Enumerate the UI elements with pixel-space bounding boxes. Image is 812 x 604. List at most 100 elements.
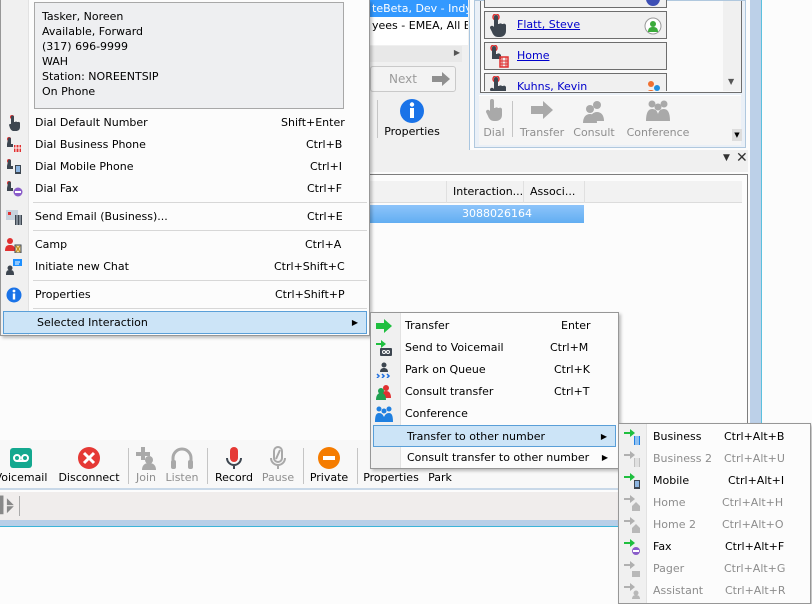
dial-hand-icon bbox=[489, 76, 506, 91]
menu-item-pager[interactable]: Pager Ctrl+Alt+G bbox=[621, 558, 808, 580]
menu-item-consult-transfer[interactable]: Consult transfer Ctrl+T bbox=[373, 381, 616, 403]
menu-item-shortcut: Ctrl+Alt+O bbox=[722, 518, 784, 531]
menu-item-properties[interactable]: Properties Ctrl+Shift+P bbox=[3, 284, 367, 306]
menu-item-dial-fax[interactable]: Dial Fax Ctrl+F bbox=[3, 178, 367, 200]
menu-item-transfer[interactable]: Transfer Enter bbox=[373, 315, 616, 337]
next-label: Next bbox=[389, 72, 417, 86]
menu-item-mobile[interactable]: Mobile Ctrl+Alt+I bbox=[621, 470, 808, 492]
menu-item-consult-transfer-other-number[interactable]: Consult transfer to other number ▶ bbox=[373, 447, 616, 469]
transfer-label: Transfer bbox=[519, 126, 565, 139]
menu-item-dial-default[interactable]: Dial Default Number Shift+Enter bbox=[3, 112, 367, 134]
conference-button[interactable]: Conference bbox=[625, 99, 691, 139]
menu-item-shortcut: Ctrl+K bbox=[554, 363, 591, 376]
menu-item-label: Transfer to other number bbox=[407, 430, 545, 443]
menu-item-shortcut: Ctrl+Alt+I bbox=[728, 474, 785, 487]
menu-item-send-email[interactable]: Send Email (Business)... Ctrl+E bbox=[3, 206, 367, 228]
collapse-icon[interactable]: ▌◣ ▌◤ bbox=[0, 498, 14, 515]
panel-dropdown-icon[interactable]: ▼ bbox=[723, 153, 730, 163]
dial-fax-icon bbox=[7, 181, 23, 197]
dial-hand-icon bbox=[489, 14, 506, 37]
menu-item-shortcut: Ctrl+I bbox=[310, 160, 343, 173]
menu-item-shortcut: Ctrl+B bbox=[306, 138, 343, 151]
menu-item-label: Business bbox=[653, 430, 702, 443]
menu-item-dial-mobile[interactable]: Dial Mobile Phone Ctrl+I bbox=[3, 156, 367, 178]
dial-business-icon bbox=[7, 137, 21, 152]
menu-item-shortcut: Ctrl+Alt+H bbox=[722, 496, 784, 509]
menu-item-conference[interactable]: Conference bbox=[373, 403, 616, 425]
menu-item-send-to-voicemail[interactable]: Send to Voicemail Ctrl+M bbox=[373, 337, 616, 359]
contact-name: Tasker, Noreen bbox=[42, 10, 124, 23]
speed-dial-entry[interactable]: Flatt, Steve bbox=[484, 11, 667, 39]
transfer-fax-icon bbox=[624, 539, 640, 555]
contact-link[interactable]: Kuhns, Kevin bbox=[517, 80, 587, 91]
properties-label: Properties bbox=[384, 125, 440, 138]
grid-row-selected[interactable]: 3088026164 bbox=[370, 205, 584, 223]
menu-item-assistant[interactable]: Assistant Ctrl+Alt+R bbox=[621, 580, 808, 602]
menu-item-home-2[interactable]: Home 2 Ctrl+Alt+O bbox=[621, 514, 808, 536]
menu-item-dial-business[interactable]: Dial Business Phone Ctrl+B bbox=[3, 134, 367, 156]
speed-dial-entry[interactable]: Kuhns, Kevin bbox=[484, 73, 667, 91]
join-icon bbox=[136, 447, 156, 470]
directory-row[interactable]: yees - EMEA, All E bbox=[370, 17, 468, 35]
menu-item-label: Dial Business Phone bbox=[35, 138, 146, 151]
contact-location: WAH bbox=[42, 55, 69, 68]
menu-item-label: Camp bbox=[35, 238, 68, 251]
transfer-button[interactable]: Transfer bbox=[517, 99, 567, 139]
disconnect-label: Disconnect bbox=[58, 471, 120, 484]
listen-button[interactable]: Listen bbox=[164, 444, 200, 486]
menu-item-label: Send Email (Business)... bbox=[35, 210, 168, 223]
menu-item-shortcut: Ctrl+M bbox=[550, 341, 589, 354]
next-button[interactable]: Next bbox=[370, 66, 456, 92]
transfer-pager-icon bbox=[624, 561, 640, 577]
scroll-right-icon[interactable]: ▶ bbox=[454, 48, 460, 57]
menu-item-business-2[interactable]: Business 2 Ctrl+Alt+U bbox=[621, 448, 808, 470]
speed-dial-scrollbar[interactable]: ▼ bbox=[723, 1, 741, 91]
menu-item-shortcut: Ctrl+T bbox=[554, 385, 590, 398]
contact-link[interactable]: Flatt, Steve bbox=[517, 18, 580, 31]
transfer-arrow-icon bbox=[376, 319, 392, 333]
contact-station: Station: NOREENTSIP bbox=[42, 70, 159, 83]
speed-dial-entry[interactable] bbox=[484, 0, 667, 8]
menu-item-label: Consult transfer to other number bbox=[407, 451, 590, 464]
column-header-interaction[interactable]: Interaction... bbox=[446, 181, 524, 203]
column-header-associated[interactable]: Associ... bbox=[525, 181, 585, 203]
record-label: Record bbox=[214, 471, 253, 484]
join-button[interactable]: Join bbox=[132, 444, 160, 486]
menu-item-initiate-chat[interactable]: Initiate new Chat Ctrl+Shift+C bbox=[3, 256, 367, 278]
listen-label: Listen bbox=[165, 471, 199, 484]
menu-item-home[interactable]: Home Ctrl+Alt+H bbox=[621, 492, 808, 514]
private-button[interactable]: Private bbox=[306, 444, 352, 486]
context-menu: Tasker, Noreen Available, Forward (317) … bbox=[0, 0, 370, 336]
dial-button[interactable]: Dial bbox=[481, 99, 507, 139]
menu-item-fax[interactable]: Fax Ctrl+Alt+F bbox=[621, 536, 808, 558]
record-button[interactable]: Record bbox=[212, 444, 256, 486]
pause-button[interactable]: Pause bbox=[258, 444, 298, 486]
pause-label: Pause bbox=[261, 471, 295, 484]
menu-item-label: Park on Queue bbox=[405, 363, 486, 376]
menu-separator bbox=[33, 230, 367, 231]
panel-close-icon[interactable]: ✕ bbox=[736, 150, 748, 166]
scroll-down-icon[interactable]: ▼ bbox=[728, 77, 734, 86]
menu-item-transfer-to-other-number[interactable]: Transfer to other number ▶ bbox=[373, 425, 616, 447]
menu-item-camp[interactable]: Camp Ctrl+A bbox=[3, 234, 367, 256]
menu-item-label: Consult transfer bbox=[405, 385, 494, 398]
dial-business-icon bbox=[490, 45, 509, 68]
menu-item-park-on-queue[interactable]: Park on Queue Ctrl+K bbox=[373, 359, 616, 381]
disconnect-button[interactable]: Disconnect bbox=[56, 444, 122, 486]
menu-item-selected-interaction[interactable]: Selected Interaction ▶ bbox=[3, 311, 367, 334]
voicemail-button[interactable]: Voicemail bbox=[0, 444, 50, 486]
menu-item-label: Assistant bbox=[653, 584, 704, 597]
speed-dial-entry[interactable]: Home bbox=[484, 42, 667, 70]
consult-icon bbox=[583, 101, 604, 123]
directory-row-selected[interactable]: teBeta, Dev - Indy bbox=[370, 0, 468, 17]
toolbar-overflow-button[interactable]: ▼ bbox=[732, 129, 742, 141]
menu-item-business[interactable]: Business Ctrl+Alt+B bbox=[621, 426, 808, 448]
consult-button[interactable]: Consult bbox=[571, 99, 617, 139]
contact-activity: On Phone bbox=[42, 85, 96, 98]
menu-item-shortcut: Ctrl+F bbox=[307, 182, 343, 195]
horizontal-scrollbar[interactable]: ▶ bbox=[370, 46, 462, 62]
properties-button[interactable]: Properties bbox=[382, 96, 442, 138]
contact-link[interactable]: Home bbox=[517, 49, 549, 62]
disconnect-icon bbox=[78, 447, 100, 469]
menu-item-shortcut: Ctrl+E bbox=[307, 210, 343, 223]
